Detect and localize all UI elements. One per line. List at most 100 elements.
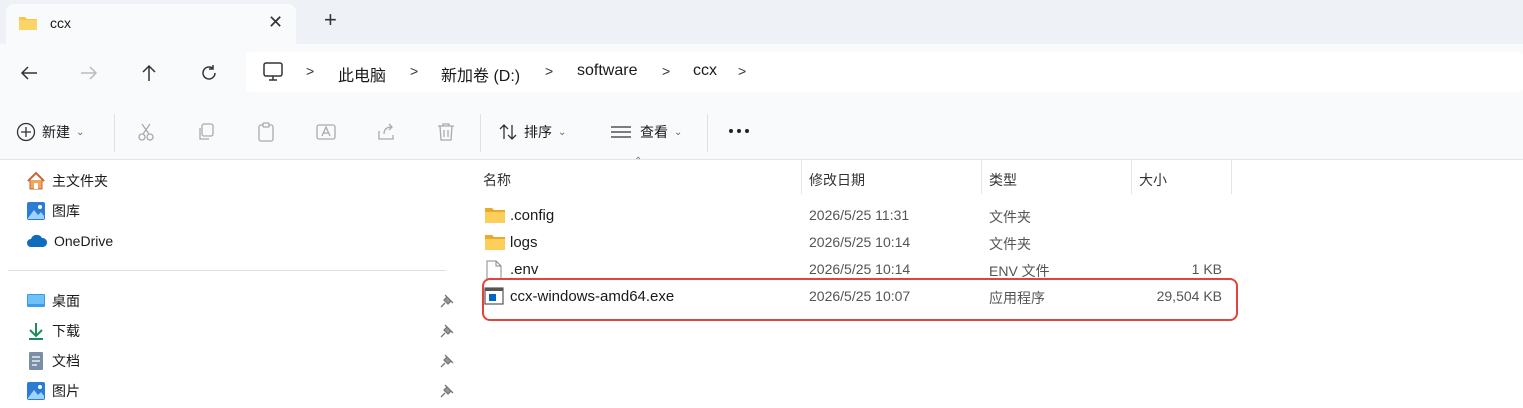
pin-icon[interactable] xyxy=(440,384,454,398)
chevron-right-icon[interactable]: > xyxy=(662,63,670,79)
column-divider[interactable] xyxy=(981,160,982,194)
pin-icon[interactable] xyxy=(440,324,454,338)
download-icon xyxy=(29,323,43,340)
chevron-down-icon: ⌄ xyxy=(674,126,683,138)
document-icon xyxy=(29,352,43,370)
view-button[interactable]: 查看 ⌄ xyxy=(610,122,682,142)
column-divider[interactable] xyxy=(1231,160,1232,194)
view-list-icon xyxy=(611,126,631,138)
chevron-right-icon[interactable]: > xyxy=(738,63,746,79)
pin-icon[interactable] xyxy=(440,294,454,308)
gallery-icon xyxy=(27,202,45,220)
column-header-name[interactable]: 名称 xyxy=(483,170,511,190)
close-icon[interactable]: ✕ xyxy=(268,12,283,33)
divider xyxy=(114,114,115,152)
share-icon[interactable] xyxy=(376,122,396,142)
chevron-right-icon[interactable]: > xyxy=(410,63,418,79)
sidebar-item-label: 图片 xyxy=(52,383,80,399)
sidebar-item-label: 下载 xyxy=(52,323,80,339)
computer-icon xyxy=(263,62,283,81)
plus-circle-icon xyxy=(16,122,36,142)
back-button[interactable] xyxy=(16,60,42,86)
column-divider[interactable] xyxy=(1131,160,1132,194)
up-button[interactable] xyxy=(136,60,162,86)
column-divider[interactable] xyxy=(801,160,802,194)
column-header-size[interactable]: 大小 xyxy=(1139,170,1167,190)
rename-icon[interactable] xyxy=(316,122,336,142)
sort-ascending-icon: ⌃ xyxy=(634,156,643,167)
folder-icon xyxy=(485,235,505,250)
file-row[interactable]: logs 2026/5/25 10:14 文件夹 xyxy=(480,229,1230,256)
column-header-type[interactable]: 类型 xyxy=(989,170,1017,190)
file-row[interactable]: .config 2026/5/25 11:31 文件夹 xyxy=(480,202,1230,229)
file-name: logs xyxy=(510,234,538,251)
file-date: 2026/5/25 10:14 xyxy=(809,234,911,250)
forward-button[interactable] xyxy=(76,60,102,86)
home-icon xyxy=(27,171,45,190)
breadcrumb-this-pc[interactable]: 此电脑 xyxy=(338,62,386,86)
sidebar-item-gallery[interactable]: 图库 xyxy=(26,200,80,222)
arrow-up-icon xyxy=(142,64,156,81)
arrow-left-icon xyxy=(20,66,37,80)
command-bar: 新建 ⌄ 排序 ⌄ 查看 ⌄ xyxy=(0,102,1523,160)
desktop-icon xyxy=(27,294,45,307)
sidebar-item-onedrive[interactable]: OneDrive xyxy=(26,230,113,252)
sidebar-item-home[interactable]: 主文件夹 xyxy=(26,170,108,192)
breadcrumb-drive-d[interactable]: 新加卷 (D:) xyxy=(441,62,520,86)
tab-bar: ccx ✕ + xyxy=(0,0,1523,44)
delete-icon[interactable] xyxy=(436,122,456,142)
sidebar-item-downloads[interactable]: 下载 xyxy=(26,320,80,342)
file-icon xyxy=(486,260,502,280)
sidebar-item-label: 桌面 xyxy=(52,293,80,309)
column-header-date[interactable]: 修改日期 xyxy=(809,170,865,190)
tab-ccx[interactable]: ccx ✕ xyxy=(6,4,296,44)
address-bar[interactable]: > 此电脑 > 新加卷 (D:) > software > ccx > xyxy=(246,52,1523,92)
breadcrumb-software[interactable]: software xyxy=(577,62,637,80)
paste-icon[interactable] xyxy=(256,122,276,142)
new-button[interactable]: 新建 ⌄ xyxy=(16,122,84,142)
file-name: .config xyxy=(510,207,555,224)
copy-icon[interactable] xyxy=(196,122,216,142)
refresh-button[interactable] xyxy=(196,60,222,86)
onedrive-icon xyxy=(27,234,48,247)
sidebar-item-pictures[interactable]: 图片 xyxy=(26,380,80,402)
pin-icon[interactable] xyxy=(440,354,454,368)
sidebar-item-label: 主文件夹 xyxy=(52,173,108,189)
chevron-down-icon: ⌄ xyxy=(558,126,567,138)
divider xyxy=(707,114,708,152)
chevron-down-icon: ⌄ xyxy=(76,126,85,138)
file-type: 文件夹 xyxy=(989,236,1031,252)
tab-title: ccx xyxy=(50,15,71,31)
highlight-annotation xyxy=(482,278,1238,321)
add-tab-icon[interactable]: + xyxy=(324,9,337,31)
cut-icon[interactable] xyxy=(136,122,156,142)
sort-button[interactable]: 排序 ⌄ xyxy=(498,122,566,142)
sidebar-divider xyxy=(8,270,446,271)
navigation-bar: > 此电脑 > 新加卷 (D:) > software > ccx > xyxy=(0,44,1523,102)
chevron-right-icon[interactable]: > xyxy=(545,63,553,79)
divider xyxy=(480,114,481,152)
arrow-right-icon xyxy=(81,66,98,80)
more-options-button[interactable] xyxy=(728,124,750,138)
file-date: 2026/5/25 10:14 xyxy=(809,261,911,277)
refresh-icon xyxy=(202,65,216,80)
chevron-right-icon[interactable]: > xyxy=(306,63,314,79)
navigation-pane: 主文件夹 图库 OneDrive 桌面 下载 文档 图片 xyxy=(0,160,460,408)
more-icon xyxy=(729,129,749,133)
view-label: 查看 xyxy=(640,124,668,140)
new-label: 新建 xyxy=(42,124,70,140)
sort-label: 排序 xyxy=(524,124,552,140)
file-type: 文件夹 xyxy=(989,209,1031,225)
folder-icon xyxy=(19,17,37,30)
sidebar-item-label: 文档 xyxy=(52,353,80,369)
sidebar-item-label: 图库 xyxy=(52,203,80,219)
file-size: 1 KB xyxy=(1191,261,1222,277)
pictures-icon xyxy=(27,382,45,400)
file-date: 2026/5/25 11:31 xyxy=(809,207,910,223)
sort-icon xyxy=(499,124,517,140)
folder-icon xyxy=(485,208,505,223)
sidebar-item-documents[interactable]: 文档 xyxy=(26,350,80,372)
sidebar-item-label: OneDrive xyxy=(54,233,114,249)
sidebar-item-desktop[interactable]: 桌面 xyxy=(26,290,80,312)
breadcrumb-ccx[interactable]: ccx xyxy=(693,62,717,80)
